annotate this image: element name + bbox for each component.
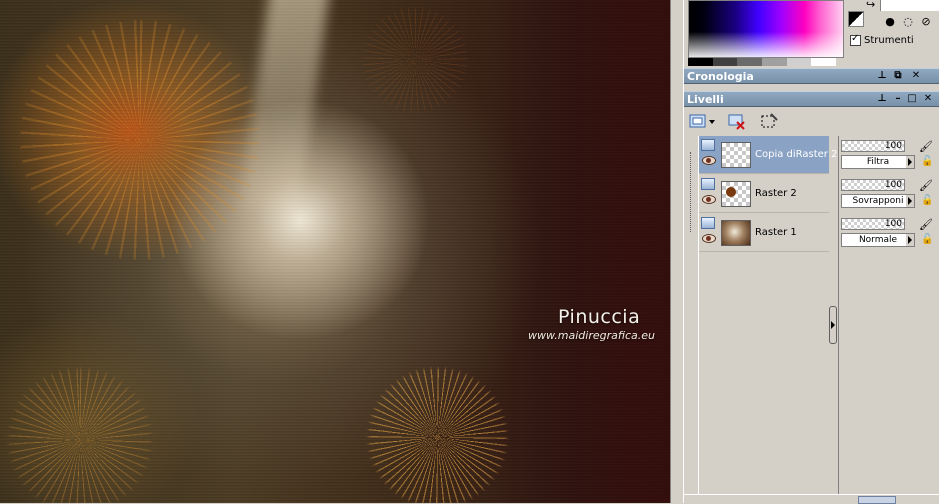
strumenti-checkbox[interactable] — [850, 33, 861, 46]
new-layer-icon — [689, 114, 715, 128]
pin-icon[interactable]: ⊥ — [876, 70, 888, 82]
gray-swatches[interactable] — [688, 58, 837, 66]
layer-properties-column: 100 Filtra 🖌 🔓 100 Sovrapponi 🖌 🔓 100 No… — [838, 136, 939, 503]
swap-arrow-icon[interactable]: ↪ — [866, 0, 875, 11]
blend-arrow-icon[interactable] — [906, 156, 914, 168]
new-layer-button[interactable] — [688, 111, 716, 131]
layer-props: 100 Normale 🖌 🔓 — [839, 214, 939, 252]
layer-row[interactable]: Raster 1 — [699, 214, 829, 252]
brush-icon[interactable]: 🖌 — [919, 179, 933, 193]
history-panel-title[interactable]: Cronologia ⊥ ⧉ ✕ — [684, 68, 939, 84]
opacity-slider[interactable]: 100 — [841, 140, 905, 152]
close-icon[interactable]: ✕ — [922, 93, 934, 105]
layer-type-icon — [701, 139, 715, 151]
selection-icon — [761, 113, 778, 128]
blend-mode-select[interactable]: Normale — [841, 233, 915, 247]
eye-icon[interactable] — [702, 234, 716, 243]
close-icon[interactable]: ✕ — [910, 70, 922, 82]
delete-layer-icon — [728, 114, 745, 130]
maximize-icon[interactable]: □ — [906, 93, 918, 105]
layers-title-text: Livelli — [687, 93, 724, 106]
layer-name: Raster 1 — [755, 227, 797, 238]
materials-panel: ↪ ● ◌ ⊘ Strumenti — [684, 0, 939, 66]
layers-toolbar — [684, 107, 939, 135]
blend-mode-select[interactable]: Filtra — [841, 155, 915, 169]
right-panels: ↪ ● ◌ ⊘ Strumenti Cronologia ⊥ ⧉ ✕ Livel… — [684, 0, 939, 504]
layer-props: 100 Sovrapponi 🖌 🔓 — [839, 175, 939, 213]
pin-icon[interactable]: ⊥ — [876, 93, 888, 105]
panel-divider-grip[interactable] — [829, 306, 837, 344]
opacity-slider[interactable]: 100 — [841, 179, 905, 191]
layer-thumbnail — [721, 142, 751, 168]
layers-panel-title[interactable]: Livelli ⊥ – □ ✕ — [684, 91, 939, 107]
color-spectrum[interactable] — [688, 0, 844, 58]
lock-icon[interactable]: 🔓 — [921, 156, 933, 168]
layer-row[interactable]: Raster 2 — [699, 175, 829, 213]
panel-splitter[interactable] — [670, 0, 684, 503]
eye-icon[interactable] — [702, 195, 716, 204]
gradient-button[interactable]: ◌ — [900, 13, 916, 29]
transparent-button[interactable]: ⊘ — [918, 13, 934, 29]
blend-mode-select[interactable]: Sovrapponi — [841, 194, 915, 208]
lock-icon[interactable]: 🔓 — [921, 234, 933, 246]
layer-type-icon — [701, 217, 715, 229]
strumenti-toggle[interactable]: Strumenti — [850, 33, 914, 46]
watermark-title: Pinuccia — [558, 306, 641, 328]
brush-icon[interactable]: 🖌 — [919, 140, 933, 154]
gray-swatch[interactable] — [737, 58, 763, 66]
solid-color-button[interactable]: ● — [882, 13, 898, 29]
dark-edge — [490, 0, 670, 503]
thumb-dot — [726, 187, 736, 197]
layer-name: Copia diRaster 2 — [755, 149, 838, 160]
selection-layer-button[interactable] — [758, 111, 780, 131]
strumenti-label: Strumenti — [864, 35, 914, 46]
image-canvas[interactable]: Pinuccia www.maidiregrafica.eu — [0, 0, 670, 503]
delete-layer-button[interactable] — [726, 111, 748, 131]
brush-icon[interactable]: 🖌 — [919, 218, 933, 232]
layer-thumbnail — [721, 220, 751, 246]
history-title-text: Cronologia — [687, 70, 754, 83]
layer-type-icon — [701, 178, 715, 190]
properties-swatch[interactable] — [880, 0, 939, 11]
layer-row[interactable]: Copia diRaster 2 — [699, 136, 837, 174]
default-colors-icon[interactable] — [848, 11, 864, 27]
gray-swatch[interactable] — [762, 58, 787, 66]
layers-list: Copia diRaster 2 Raster 2 Raster 1 — [698, 136, 837, 503]
watermark-url: www.maidiregrafica.eu — [528, 329, 655, 342]
opacity-slider[interactable]: 100 — [841, 218, 905, 230]
gray-swatch[interactable] — [811, 58, 837, 66]
restore-icon[interactable]: ⧉ — [892, 70, 904, 82]
layer-props: 100 Filtra 🖌 🔓 — [839, 136, 939, 174]
gray-swatch[interactable] — [712, 58, 738, 66]
group-tree-line — [690, 152, 692, 232]
eye-icon[interactable] — [702, 156, 716, 165]
blend-arrow-icon[interactable] — [906, 234, 914, 246]
gray-swatch[interactable] — [688, 58, 713, 66]
lock-icon[interactable]: 🔓 — [921, 195, 933, 207]
layer-name: Raster 2 — [755, 188, 797, 199]
layer-thumbnail — [721, 181, 751, 207]
gray-swatch[interactable] — [786, 58, 812, 66]
blend-arrow-icon[interactable] — [906, 195, 914, 207]
minimize-icon[interactable]: – — [892, 93, 904, 105]
